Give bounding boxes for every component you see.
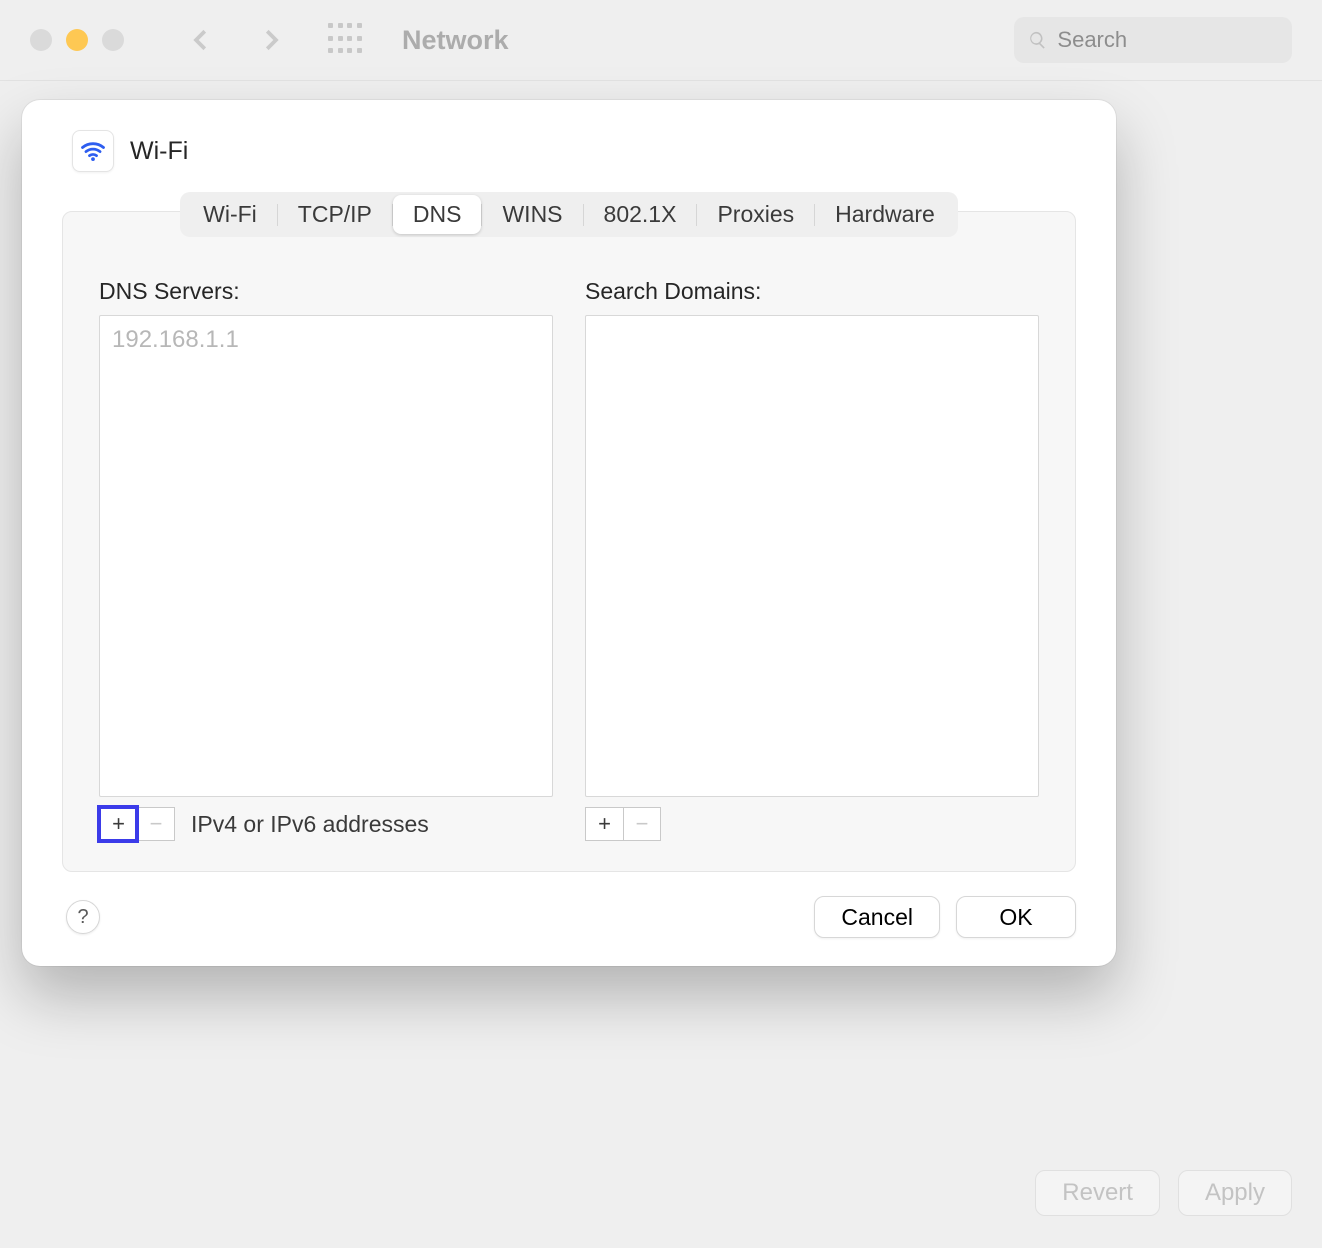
titlebar-separator (0, 80, 1322, 81)
apply-button[interactable]: Apply (1178, 1170, 1292, 1216)
titlebar: Network (0, 0, 1322, 80)
chevron-right-icon (256, 25, 286, 55)
show-all-button[interactable] (328, 23, 362, 57)
chevron-left-icon (186, 25, 216, 55)
tab-bar: Wi-Fi TCP/IP DNS WINS 802.1X Proxies Har… (180, 192, 958, 237)
add-search-domain-button[interactable]: + (585, 807, 623, 841)
remove-search-domain-button[interactable]: − (623, 807, 661, 841)
tab-wins[interactable]: WINS (482, 195, 582, 234)
search-domains-list[interactable] (585, 315, 1039, 797)
search-field[interactable] (1014, 17, 1292, 63)
forward-button[interactable] (256, 25, 286, 55)
parent-footer: Revert Apply (0, 1138, 1322, 1248)
sheet-footer: ? Cancel OK (22, 872, 1116, 966)
dns-servers-buttons: + − (99, 807, 175, 841)
search-domains-buttons: + − (585, 807, 661, 841)
search-domains-label: Search Domains: (585, 278, 1039, 305)
advanced-settings-sheet: Wi-Fi Wi-Fi TCP/IP DNS WINS 802.1X Proxi… (22, 100, 1116, 966)
dns-servers-label: DNS Servers: (99, 278, 553, 305)
dns-hint: IPv4 or IPv6 addresses (191, 811, 429, 838)
tab-hardware[interactable]: Hardware (815, 195, 955, 234)
minimize-window-button[interactable] (66, 29, 88, 51)
help-button[interactable]: ? (66, 900, 100, 934)
sheet-header: Wi-Fi (22, 100, 1116, 192)
cancel-button[interactable]: Cancel (814, 896, 940, 938)
zoom-window-button[interactable] (102, 29, 124, 51)
nav-arrows (186, 25, 286, 55)
dns-servers-list[interactable]: 192.168.1.1 (99, 315, 553, 797)
remove-dns-server-button[interactable]: − (137, 807, 175, 841)
search-input[interactable] (1057, 27, 1278, 53)
wifi-icon (72, 130, 114, 172)
tab-wifi[interactable]: Wi-Fi (183, 195, 277, 234)
dns-servers-section: DNS Servers: 192.168.1.1 + − IPv4 or IPv… (99, 278, 553, 841)
back-button[interactable] (186, 25, 216, 55)
tab-dns[interactable]: DNS (393, 195, 482, 234)
revert-button[interactable]: Revert (1035, 1170, 1160, 1216)
dns-server-entry[interactable]: 192.168.1.1 (112, 326, 540, 354)
search-icon (1028, 29, 1047, 51)
window-controls (30, 29, 124, 51)
tab-8021x[interactable]: 802.1X (584, 195, 697, 234)
window-title: Network (402, 25, 509, 56)
search-domains-section: Search Domains: + − (585, 278, 1039, 841)
ok-button[interactable]: OK (956, 896, 1076, 938)
tab-tcpip[interactable]: TCP/IP (278, 195, 392, 234)
sheet-title: Wi-Fi (130, 137, 188, 166)
add-dns-server-button[interactable]: + (99, 807, 137, 841)
tab-proxies[interactable]: Proxies (697, 195, 814, 234)
close-window-button[interactable] (30, 29, 52, 51)
tab-content: DNS Servers: 192.168.1.1 + − IPv4 or IPv… (62, 211, 1076, 872)
